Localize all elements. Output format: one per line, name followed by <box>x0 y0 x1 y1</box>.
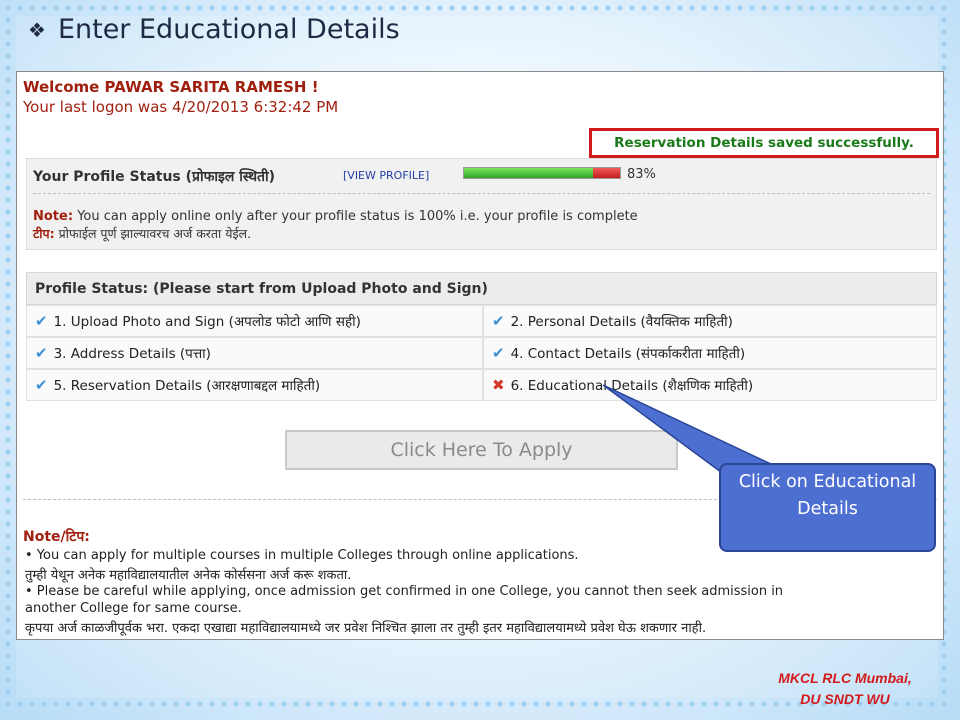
slide-title-text: Enter Educational Details <box>57 14 400 45</box>
profile-status-label: Your Profile Status (प्रोफाइल स्थिती) <box>33 169 276 185</box>
status-item-address-details[interactable]: ✔ 3. Address Details (पत्ता) <box>26 337 483 369</box>
note-marathi-label: टीप: <box>33 226 55 241</box>
note2-title: Note/टिप: <box>23 529 90 545</box>
status-item-label: 5. Reservation Details (आरक्षणाबद्दल माह… <box>53 378 321 394</box>
success-message-text: Reservation Details saved successfully. <box>614 135 914 151</box>
cross-icon: ✖ <box>492 376 505 394</box>
note-line-marathi: टीप: प्रोफाईल पूर्ण झाल्यावरच अर्ज करता … <box>33 225 251 242</box>
success-message: Reservation Details saved successfully. <box>589 128 939 158</box>
status-item-label: 3. Address Details (पत्ता) <box>53 346 211 362</box>
status-item-personal-details[interactable]: ✔ 2. Personal Details (वैयक्तिक माहिती) <box>483 305 937 337</box>
note-label: Note: <box>33 209 74 224</box>
note-marathi-text: प्रोफाईल पूर्ण झाल्यावरच अर्ज करता येईल. <box>58 226 252 241</box>
profile-status-panel: Your Profile Status (प्रोफाइल स्थिती) [V… <box>26 158 937 250</box>
slide-title: ❖ Enter Educational Details <box>28 14 400 45</box>
view-profile-link[interactable]: [VIEW PROFILE] <box>343 169 429 182</box>
progress-remaining <box>593 168 620 178</box>
note2-line: कृपया अर्ज काळजीपूर्वक भरा. एकदा एखाद्या… <box>25 621 707 636</box>
note2-line: • You can apply for multiple courses in … <box>25 548 579 563</box>
status-item-upload-photo[interactable]: ✔ 1. Upload Photo and Sign (अपलोड फोटो आ… <box>26 305 483 337</box>
status-item-label: 4. Contact Details (संपर्काकरीता माहिती) <box>510 346 746 362</box>
status-item-label: 1. Upload Photo and Sign (अपलोड फोटो आणि… <box>53 314 361 330</box>
status-item-contact-details[interactable]: ✔ 4. Contact Details (संपर्काकरीता माहित… <box>483 337 937 369</box>
progress-fill <box>464 168 594 178</box>
diamond-bullet-icon: ❖ <box>28 17 46 42</box>
profile-status-header: Profile Status: (Please start from Uploa… <box>26 272 937 305</box>
footer-line-2: DU SNDT WU <box>800 691 890 707</box>
check-icon: ✔ <box>492 344 505 362</box>
welcome-text: Welcome PAWAR SARITA RAMESH ! <box>23 78 319 96</box>
note-line: Note: You can apply online only after yo… <box>33 209 638 224</box>
check-icon: ✔ <box>35 376 48 394</box>
footer-line-1: MKCL RLC Mumbai, <box>778 670 912 686</box>
progress-percent: 83% <box>627 167 656 182</box>
status-item-educational-details[interactable]: ✖ 6. Educational Details (शैक्षणिक माहित… <box>483 369 937 401</box>
status-item-label: 2. Personal Details (वैयक्तिक माहिती) <box>510 314 733 330</box>
status-item-label: 6. Educational Details (शैक्षणिक माहिती) <box>510 378 754 394</box>
note-text: You can apply online only after your pro… <box>77 209 638 224</box>
status-item-reservation-details[interactable]: ✔ 5. Reservation Details (आरक्षणाबद्दल म… <box>26 369 483 401</box>
callout-box: Click on Educational Details <box>719 463 936 552</box>
note2-line: • Please be careful while applying, once… <box>25 584 784 599</box>
note2-line: another College for same course. <box>25 601 242 616</box>
apply-button[interactable]: Click Here To Apply <box>285 430 678 470</box>
divider <box>33 193 930 194</box>
profile-progress-bar <box>463 167 621 179</box>
footer-credit: MKCL RLC Mumbai, DU SNDT WU <box>740 668 950 710</box>
check-icon: ✔ <box>35 312 48 330</box>
note2-line: तुम्ही येथून अनेक महाविद्यालयातील अनेक क… <box>25 568 352 583</box>
portal-screenshot: Welcome PAWAR SARITA RAMESH ! Your last … <box>16 71 944 640</box>
check-icon: ✔ <box>492 312 505 330</box>
profile-status-grid: ✔ 1. Upload Photo and Sign (अपलोड फोटो आ… <box>26 305 937 401</box>
check-icon: ✔ <box>35 344 48 362</box>
last-logon-text: Your last logon was 4/20/2013 6:32:42 PM <box>23 98 339 116</box>
